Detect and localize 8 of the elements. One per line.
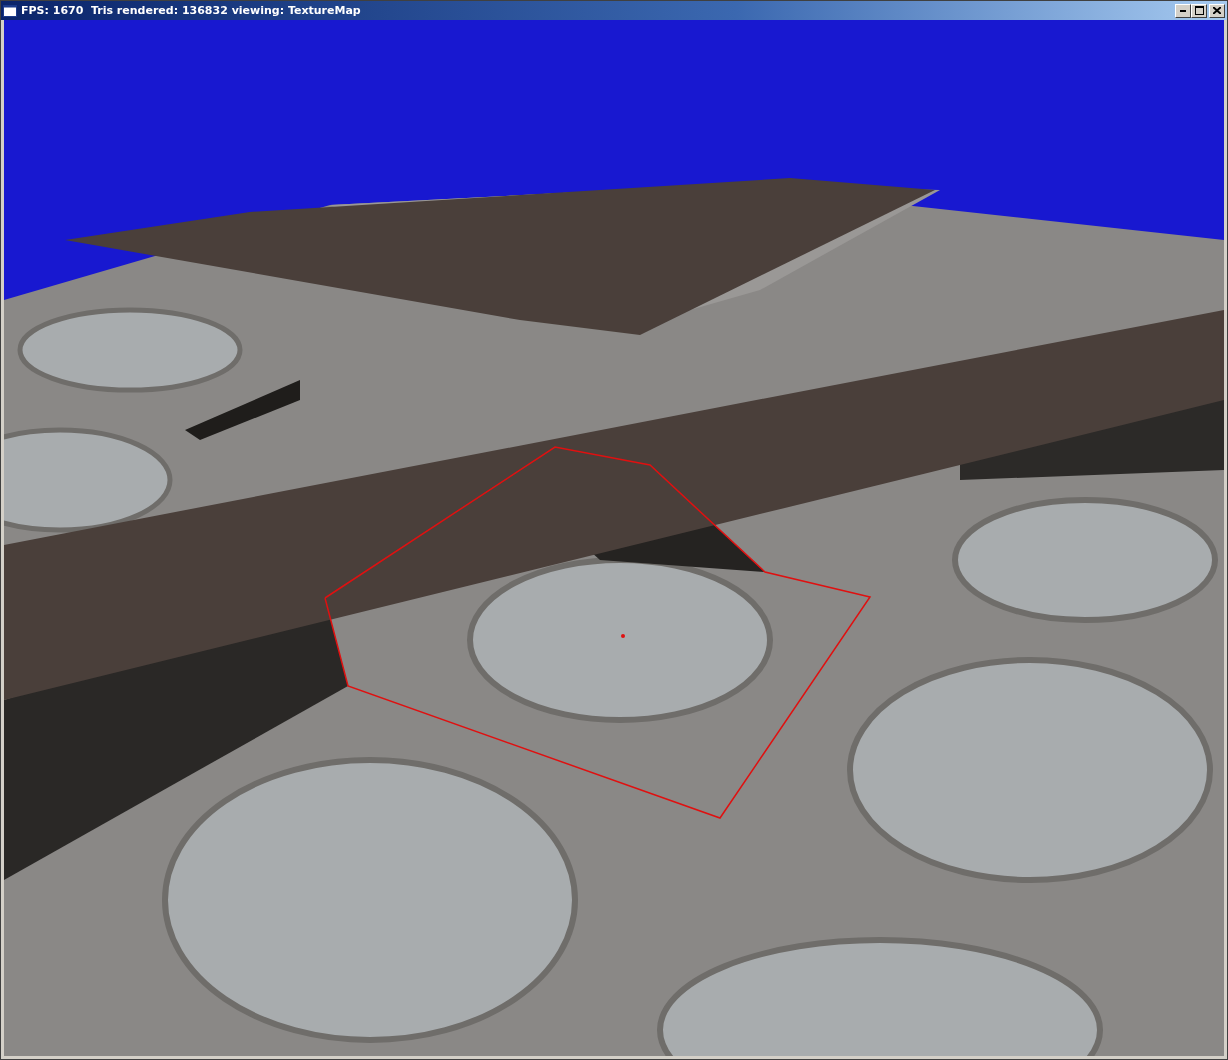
minimize-button[interactable] xyxy=(1175,3,1191,18)
window-title: FPS: 1670 Tris rendered: 136832 viewing: TextureMap xyxy=(21,4,362,17)
maximize-button[interactable] xyxy=(1191,3,1207,18)
window-icon xyxy=(3,4,17,17)
close-icon xyxy=(1213,7,1221,14)
minimize-icon xyxy=(1180,9,1186,12)
close-button[interactable] xyxy=(1209,3,1225,18)
maximize-icon xyxy=(1194,6,1204,15)
